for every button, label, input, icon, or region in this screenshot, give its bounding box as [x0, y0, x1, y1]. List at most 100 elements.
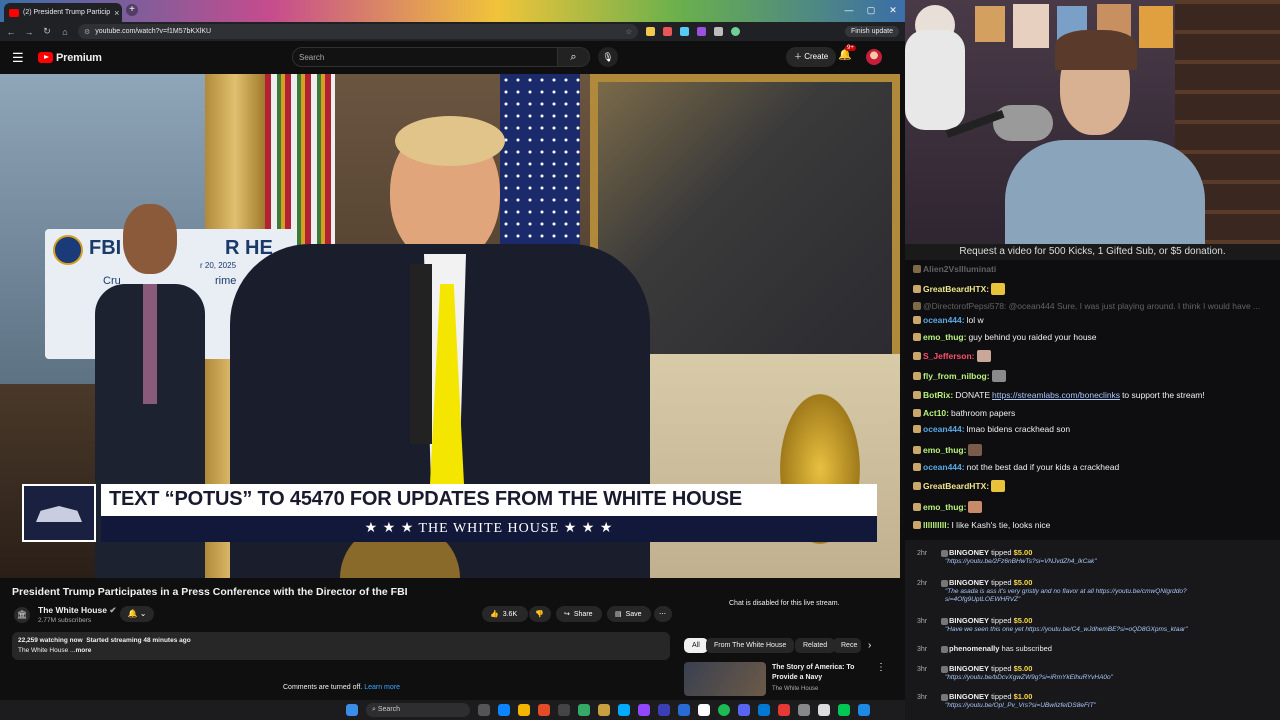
back-icon[interactable]: ←: [6, 27, 16, 37]
chip-from-channel[interactable]: From The White House: [706, 638, 795, 653]
app-icon[interactable]: [818, 704, 830, 716]
chevron-right-icon[interactable]: ›: [868, 640, 871, 651]
tip-username[interactable]: phenomenally: [949, 644, 999, 653]
reload-icon[interactable]: ↻: [42, 26, 52, 37]
tip-username[interactable]: BINGONEY: [949, 578, 989, 587]
chat-username[interactable]: emo_thug:: [923, 445, 966, 455]
chip-related[interactable]: Related: [795, 638, 836, 653]
chat-text: lol w: [966, 315, 984, 325]
chip-recent[interactable]: Rece: [833, 638, 861, 653]
address-bar[interactable]: ⚙ youtube.com/watch?v=f1M57bKXlKU ☆: [78, 24, 638, 39]
chat-username[interactable]: Alien2VsIlluminati: [923, 264, 996, 274]
channel-name[interactable]: The White House ✔: [38, 605, 116, 616]
browser-toolbar: ← → ↻ ⌂ ⚙ youtube.com/watch?v=f1M57bKXlK…: [0, 22, 905, 41]
extension-icon[interactable]: [697, 27, 706, 36]
subscription-bell-button[interactable]: 🔔 ⌄: [120, 606, 154, 622]
maximize-icon[interactable]: ▢: [864, 4, 878, 16]
save-label: Save: [625, 610, 642, 618]
folder-icon[interactable]: [598, 704, 610, 716]
chat-badge-icon: [913, 446, 921, 454]
app-icon[interactable]: [838, 704, 850, 716]
chat-username[interactable]: GreatBeardHTX:: [923, 481, 989, 491]
tip-icon: [941, 694, 948, 701]
youtube-logo[interactable]: Premium: [38, 52, 102, 64]
chip-all[interactable]: All: [684, 638, 708, 653]
white-house-seal-icon: [22, 484, 96, 542]
chat-username[interactable]: emo_thug:: [923, 332, 966, 342]
app-icon[interactable]: [658, 704, 670, 716]
recommended-title[interactable]: The Story of America: To Provide a Navy: [772, 663, 880, 683]
puzzle-icon[interactable]: [714, 27, 723, 36]
chat-username[interactable]: ocean444:: [923, 462, 965, 472]
task-view-icon[interactable]: [478, 704, 490, 716]
tip-username[interactable]: BINGONEY: [949, 548, 989, 557]
search-button[interactable]: ⌕: [558, 47, 590, 67]
dislike-button[interactable]: 👎: [529, 606, 551, 622]
app-icon[interactable]: [678, 704, 690, 716]
share-button[interactable]: ↪ Share: [556, 606, 602, 622]
app-icon[interactable]: [858, 704, 870, 716]
chat-username[interactable]: GreatBeardHTX:: [923, 284, 989, 294]
save-button[interactable]: ▤ Save: [607, 606, 651, 622]
site-info-icon[interactable]: ⚙: [84, 28, 90, 36]
discord-icon[interactable]: [738, 704, 750, 716]
twitch-icon[interactable]: [638, 704, 650, 716]
description-box[interactable]: 22,259 watching now Started streaming 48…: [12, 632, 670, 660]
minimize-icon[interactable]: —: [842, 4, 856, 16]
voice-search-icon[interactable]: 🎙: [598, 47, 618, 67]
create-label: Create: [804, 52, 829, 61]
extension-icon[interactable]: [680, 27, 689, 36]
more-actions-icon[interactable]: ⋯: [654, 606, 672, 622]
chat-badge-icon: [913, 316, 921, 324]
app-icon[interactable]: [778, 704, 790, 716]
chat-username[interactable]: emo_thug:: [923, 502, 966, 512]
comments-off-text: Comments are turned off.: [283, 684, 363, 691]
app-icon[interactable]: [578, 704, 590, 716]
windows-start-icon[interactable]: [346, 704, 358, 716]
close-window-icon[interactable]: ✕: [886, 4, 900, 16]
chat-username[interactable]: ocean444:: [923, 424, 965, 434]
extension-icon[interactable]: [646, 27, 655, 36]
chat-username[interactable]: llllllllll:: [923, 520, 949, 530]
recommended-thumbnail[interactable]: [684, 662, 766, 696]
chat-message: S_Jefferson:: [913, 350, 991, 362]
forward-icon[interactable]: →: [24, 27, 34, 37]
app-icon[interactable]: [758, 704, 770, 716]
tip-username[interactable]: BINGONEY: [949, 616, 989, 625]
obs-icon[interactable]: [558, 704, 570, 716]
channel-avatar[interactable]: 🏛: [14, 607, 30, 623]
menu-icon[interactable]: ☰: [12, 50, 30, 66]
home-icon[interactable]: ⌂: [60, 27, 70, 37]
new-tab-button[interactable]: +: [126, 4, 138, 16]
chat-username[interactable]: ocean444:: [923, 315, 965, 325]
finish-update-button[interactable]: Finish update: [844, 26, 899, 37]
browser-tab[interactable]: (2) President Trump Particip ×: [4, 3, 122, 22]
app-icon[interactable]: [618, 704, 630, 716]
tip-username[interactable]: BINGONEY: [949, 692, 989, 701]
chat-username[interactable]: fly_from_nilbog:: [923, 371, 990, 381]
learn-more-link[interactable]: Learn more: [364, 684, 400, 691]
extension-icon[interactable]: [663, 27, 672, 36]
app-icon[interactable]: [798, 704, 810, 716]
more-options-icon[interactable]: ⋮: [876, 662, 886, 673]
search-input[interactable]: Search: [292, 47, 558, 67]
more-link[interactable]: more: [75, 647, 91, 654]
chrome-alt-icon[interactable]: [538, 704, 550, 716]
spotify-icon[interactable]: [718, 704, 730, 716]
chat-message: BotRix: DONATE https://streamlabs.com/bo…: [913, 390, 1205, 400]
chat-username[interactable]: BotRix:: [923, 390, 953, 400]
create-button[interactable]: ＋ Create: [786, 47, 837, 67]
tip-username[interactable]: BINGONEY: [949, 664, 989, 673]
edge-icon[interactable]: [498, 704, 510, 716]
user-avatar[interactable]: [866, 49, 882, 65]
close-tab-icon[interactable]: ×: [114, 8, 119, 18]
app-icon[interactable]: [698, 704, 710, 716]
profile-icon[interactable]: [731, 27, 740, 36]
like-button[interactable]: 👍 3.6K: [482, 606, 528, 622]
chrome-icon[interactable]: [518, 704, 530, 716]
chat-username[interactable]: Act10:: [923, 408, 949, 418]
chat-username[interactable]: S_Jefferson:: [923, 351, 975, 361]
taskbar-search[interactable]: ⌕ Search: [366, 703, 470, 717]
chat-link[interactable]: https://streamlabs.com/boneclinks: [992, 390, 1120, 400]
bookmark-star-icon[interactable]: ☆: [626, 28, 632, 36]
